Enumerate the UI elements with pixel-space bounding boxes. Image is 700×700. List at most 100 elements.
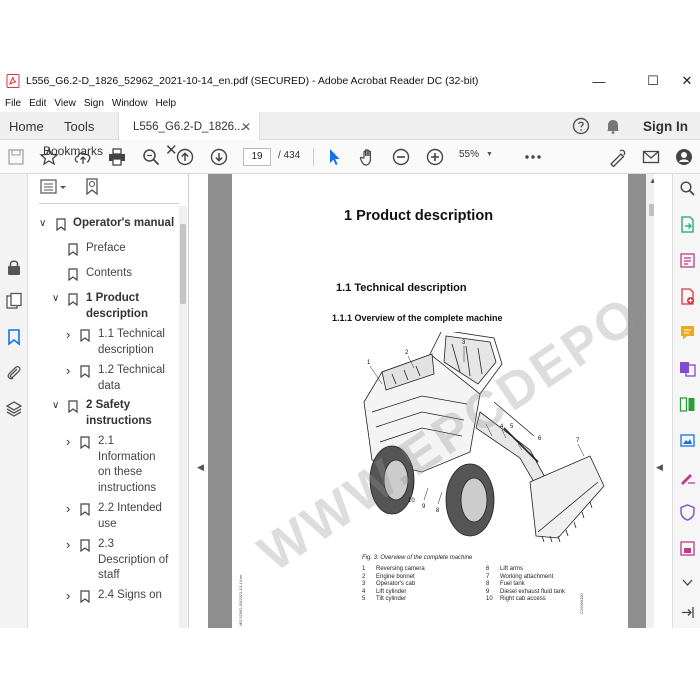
layers-icon[interactable]: [5, 400, 23, 418]
export-pdf-icon[interactable]: [679, 216, 696, 233]
expand-chevron-icon[interactable]: ›: [66, 363, 70, 379]
organize-pages-icon[interactable]: [679, 396, 696, 413]
hand-tool-icon[interactable]: [358, 147, 378, 167]
legend-number: 9: [486, 588, 490, 595]
bookmarks-scroll-thumb[interactable]: [180, 224, 186, 304]
bookmark-icon: [80, 539, 90, 552]
page-number-input[interactable]: 19: [243, 148, 271, 166]
legend-number: 1: [362, 566, 366, 572]
collapse-tools-pane-icon[interactable]: [679, 604, 696, 621]
lock-icon[interactable]: [5, 258, 23, 276]
heading-product-description: 1 Product description: [344, 208, 494, 224]
legend-text: Reversing camera: [376, 566, 425, 572]
menu-sign[interactable]: Sign: [84, 98, 104, 109]
comment-icon[interactable]: [679, 324, 696, 341]
menu-view[interactable]: View: [54, 98, 76, 109]
attachments-paperclip-icon[interactable]: [5, 364, 23, 382]
combine-files-icon[interactable]: [679, 360, 696, 377]
zoom-level-select[interactable]: 55%: [459, 149, 479, 160]
save-icon[interactable]: [6, 147, 26, 167]
bookmark-icon: [80, 590, 90, 603]
bookmark-icon: [68, 400, 78, 413]
tab-home[interactable]: Home: [9, 112, 44, 140]
minimize-button[interactable]: —: [582, 68, 616, 94]
collapse-left-pane-chevron-icon[interactable]: ◀: [197, 462, 207, 473]
bookmark-label: Description of: [98, 553, 169, 566]
bookmark-label: 1.1 Technical: [98, 328, 165, 340]
heading-technical-description: 1.1 Technical description: [336, 282, 467, 294]
tab-document[interactable]: L556_G6.2-D_1826... ✕: [118, 112, 260, 141]
acrobat-window: L556_G6.2-D_1826_52962_2021-10-14_en.pdf…: [0, 68, 700, 628]
callout-6: 6: [538, 436, 542, 442]
more-tools-icon[interactable]: [523, 147, 543, 167]
select-cursor-icon[interactable]: [324, 147, 344, 167]
search-tools-icon[interactable]: [679, 180, 696, 197]
figure-code: C20090100: [579, 593, 584, 614]
expand-chevron-icon[interactable]: ›: [66, 501, 70, 517]
print-production-icon[interactable]: [679, 540, 696, 557]
legend-number: 8: [486, 581, 490, 587]
bookmark-options-menu-icon[interactable]: [40, 177, 70, 197]
share-user-icon[interactable]: [675, 147, 695, 167]
legend-number: 10: [486, 596, 493, 602]
bookmark-label: Operator's manual: [73, 217, 175, 229]
callout-10: 10: [408, 498, 415, 504]
create-pdf-icon[interactable]: [679, 288, 696, 305]
protect-shield-icon[interactable]: [679, 504, 696, 521]
tab-bar: Home Tools L556_G6.2-D_1826... ✕ Sign In: [0, 112, 700, 141]
callout-2: 2: [405, 350, 409, 356]
expand-chevron-icon[interactable]: ›: [66, 588, 70, 604]
menu-window[interactable]: Window: [112, 98, 148, 109]
next-page-icon[interactable]: [209, 147, 229, 167]
close-window-button[interactable]: ✕: [670, 68, 700, 94]
tab-close-icon[interactable]: ✕: [241, 120, 251, 134]
fill-and-sign-icon[interactable]: [679, 468, 696, 485]
more-tools-chevron-down-icon[interactable]: [679, 574, 696, 591]
bookmark-label: 2.3: [98, 538, 114, 550]
expand-chevron-icon[interactable]: ›: [66, 537, 70, 553]
notification-bell-icon[interactable]: [604, 117, 622, 135]
sign-in-button[interactable]: Sign In: [643, 112, 688, 140]
expand-chevron-icon[interactable]: ›: [66, 327, 70, 343]
legend-number: 2: [362, 573, 366, 580]
document-scrollbar[interactable]: [646, 174, 654, 628]
menu-file[interactable]: File: [5, 98, 21, 109]
main-toolbar: 19 / 434 55% ▼: [0, 140, 700, 174]
collapse-chevron-icon[interactable]: ∨: [52, 398, 59, 414]
find-icon[interactable]: [141, 147, 161, 167]
bookmark-icon: [68, 243, 78, 256]
bookmark-label: description: [86, 307, 148, 320]
document-view[interactable]: 1 Product description 1.1 Technical desc…: [208, 174, 654, 628]
page-thumbnails-icon[interactable]: [5, 292, 23, 310]
zoom-chevron-down-icon[interactable]: ▼: [486, 151, 493, 158]
menu-edit[interactable]: Edit: [29, 98, 46, 109]
document-scroll-thumb[interactable]: [649, 204, 654, 216]
collapse-chevron-icon[interactable]: ∨: [52, 291, 59, 307]
expand-chevron-icon[interactable]: ›: [66, 434, 70, 450]
bookmarks-panel-icon[interactable]: [5, 328, 23, 346]
zoom-out-icon[interactable]: [391, 147, 411, 167]
previous-page-icon[interactable]: [175, 147, 195, 167]
find-bookmark-icon[interactable]: [84, 177, 102, 197]
expand-right-pane-chevron-icon[interactable]: ◀: [656, 462, 663, 473]
bookmarks-panel-title: Bookmarks: [43, 144, 104, 158]
callout-5: 5: [510, 424, 514, 430]
bookmarks-divider: [39, 203, 179, 204]
help-icon[interactable]: [572, 117, 590, 135]
legend-text: Lift cylinder: [376, 588, 407, 595]
edit-pdf-icon[interactable]: [679, 252, 696, 269]
fill-sign-icon[interactable]: [608, 147, 628, 167]
email-icon[interactable]: [641, 147, 661, 167]
tab-tools[interactable]: Tools: [64, 112, 94, 140]
bookmark-icon: [68, 268, 78, 281]
bookmarks-close-icon[interactable]: ✕: [165, 141, 178, 159]
scan-ocr-icon[interactable]: [679, 432, 696, 449]
zoom-in-icon[interactable]: [425, 147, 445, 167]
bookmark-label: 2.2 Intended: [98, 502, 162, 514]
collapse-chevron-icon[interactable]: ∨: [39, 216, 46, 232]
maximize-button[interactable]: ☐: [636, 68, 670, 94]
print-icon[interactable]: [107, 147, 127, 167]
scroll-up-arrow-icon[interactable]: ▲: [649, 176, 654, 185]
menu-help[interactable]: Help: [155, 98, 176, 109]
bookmark-label: 2.4 Signs on: [98, 589, 162, 601]
